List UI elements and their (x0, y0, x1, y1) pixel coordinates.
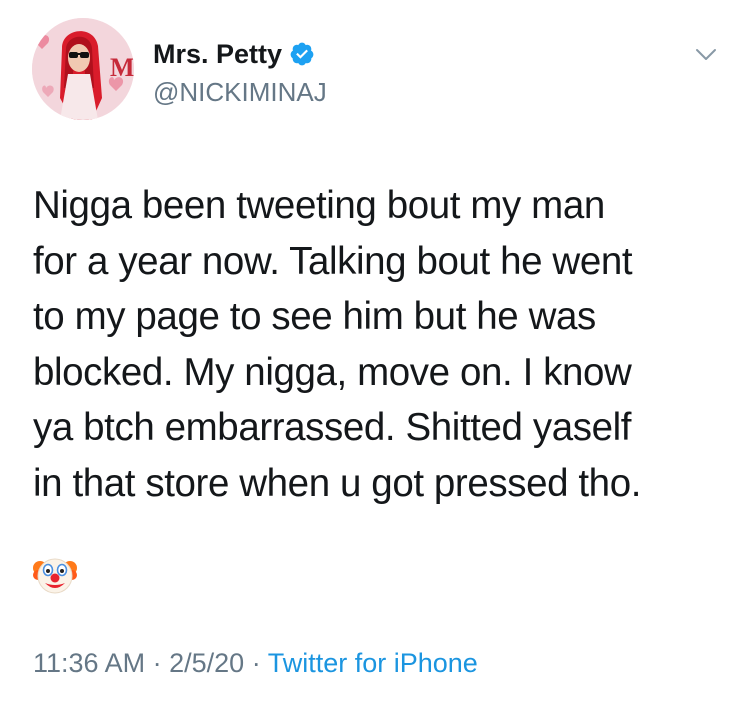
tweet-meta: 11:36 AM · 2/5/20 · Twitter for iPhone (33, 645, 478, 681)
tweet-text-line: ya btch embarrassed. Shitted yaself (33, 406, 632, 449)
clown-face-emoji-icon (33, 553, 77, 597)
tweet-text-line: for a year now. Talking bout he went (33, 239, 633, 283)
tweet-source-link[interactable]: Twitter for iPhone (268, 648, 478, 678)
tweet-card: M Mrs. Petty @NICKIMINAJ Nigga been twee… (0, 0, 750, 705)
chevron-down-icon[interactable] (692, 40, 720, 68)
tweet-text-line: Nigga been tweeting bout my man (33, 184, 605, 227)
author-name-row[interactable]: Mrs. Petty (153, 38, 315, 70)
display-name[interactable]: Mrs. Petty (153, 38, 282, 70)
tweet-text-line: in that store when u got pressed tho. (33, 461, 642, 505)
tweet-text: Nigga been tweeting bout my man for a ye… (33, 178, 723, 511)
avatar-image: M (32, 18, 134, 120)
tweet-text-line: blocked. My nigga, move on. I know (33, 350, 632, 394)
user-handle[interactable]: @NICKIMINAJ (153, 76, 327, 108)
tweet-text-line: to my page to see him but he was (33, 295, 596, 338)
tweet-date[interactable]: 2/5/20 (169, 648, 244, 678)
tweet-time[interactable]: 11:36 AM (33, 648, 145, 678)
svg-text:M: M (110, 53, 134, 82)
meta-separator: · (251, 648, 261, 678)
verified-badge-icon (289, 41, 315, 67)
avatar[interactable]: M (32, 18, 134, 120)
meta-separator: · (152, 648, 162, 678)
